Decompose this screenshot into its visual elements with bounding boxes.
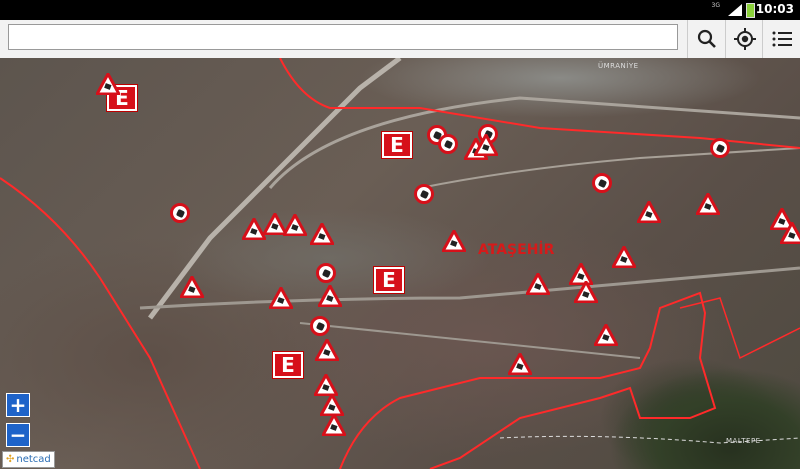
roadwork-warning-marker[interactable] (315, 339, 339, 361)
district-label: ATAŞEHİR (478, 242, 555, 258)
satellite-map[interactable]: ATAŞEHİR ÜMRANİYE MALTEPE E E E E (0, 58, 800, 469)
map-roads-and-boundaries (0, 58, 800, 469)
roadwork-warning-marker[interactable] (322, 414, 346, 436)
north-label: ÜMRANİYE (598, 62, 639, 70)
roadwork-warning-marker[interactable] (310, 223, 334, 245)
emergency-marker[interactable]: E (273, 352, 303, 378)
emergency-marker[interactable]: E (382, 132, 412, 158)
search-button[interactable] (687, 20, 726, 58)
roadwork-warning-marker[interactable] (320, 394, 344, 416)
roadwork-warning-marker[interactable] (574, 281, 598, 303)
roadwork-warning-marker[interactable] (612, 246, 636, 268)
network-indicator: 3G (711, 2, 720, 9)
roadwork-circle-marker[interactable] (310, 316, 330, 336)
battery-icon (746, 3, 755, 18)
zoom-in-button[interactable]: + (6, 393, 30, 417)
netcad-logo: ✣ netcad (2, 451, 55, 468)
south-label: MALTEPE (726, 437, 761, 445)
roadwork-warning-marker[interactable] (318, 285, 342, 307)
locate-button[interactable] (725, 20, 764, 58)
search-input[interactable] (8, 24, 678, 50)
roadwork-circle-marker[interactable] (592, 173, 612, 193)
roadwork-circle-marker[interactable] (438, 134, 458, 154)
roadwork-circle-marker[interactable] (710, 138, 730, 158)
roadwork-warning-marker[interactable] (474, 134, 498, 156)
roadwork-warning-marker[interactable] (696, 193, 720, 215)
roadwork-warning-marker[interactable] (442, 230, 466, 252)
roadwork-warning-marker[interactable] (637, 201, 661, 223)
layers-menu-button[interactable] (762, 20, 800, 58)
roadwork-circle-marker[interactable] (414, 184, 434, 204)
roadwork-warning-marker[interactable] (96, 73, 120, 95)
clock: 10:03 (755, 2, 794, 16)
roadwork-warning-marker[interactable] (508, 353, 532, 375)
roadwork-warning-marker[interactable] (526, 273, 550, 295)
roadwork-warning-marker[interactable] (180, 276, 204, 298)
logo-mark-icon: ✣ (6, 454, 15, 465)
attribution-text: netcad (16, 454, 51, 465)
roadwork-circle-marker[interactable] (170, 203, 190, 223)
signal-icon (728, 4, 742, 16)
list-menu-icon (772, 31, 792, 47)
roadwork-warning-marker[interactable] (269, 287, 293, 309)
zoom-out-button[interactable]: − (6, 423, 30, 447)
gps-locate-icon (734, 28, 756, 50)
roadwork-circle-marker[interactable] (316, 263, 336, 283)
roadwork-warning-marker[interactable] (780, 222, 800, 244)
search-icon (697, 29, 716, 48)
status-bar: 3G 10:03 (0, 0, 800, 20)
roadwork-warning-marker[interactable] (283, 214, 307, 236)
roadwork-warning-marker[interactable] (594, 324, 618, 346)
roadwork-warning-marker[interactable] (314, 374, 338, 396)
emergency-marker[interactable]: E (374, 267, 404, 293)
top-toolbar (0, 20, 800, 59)
